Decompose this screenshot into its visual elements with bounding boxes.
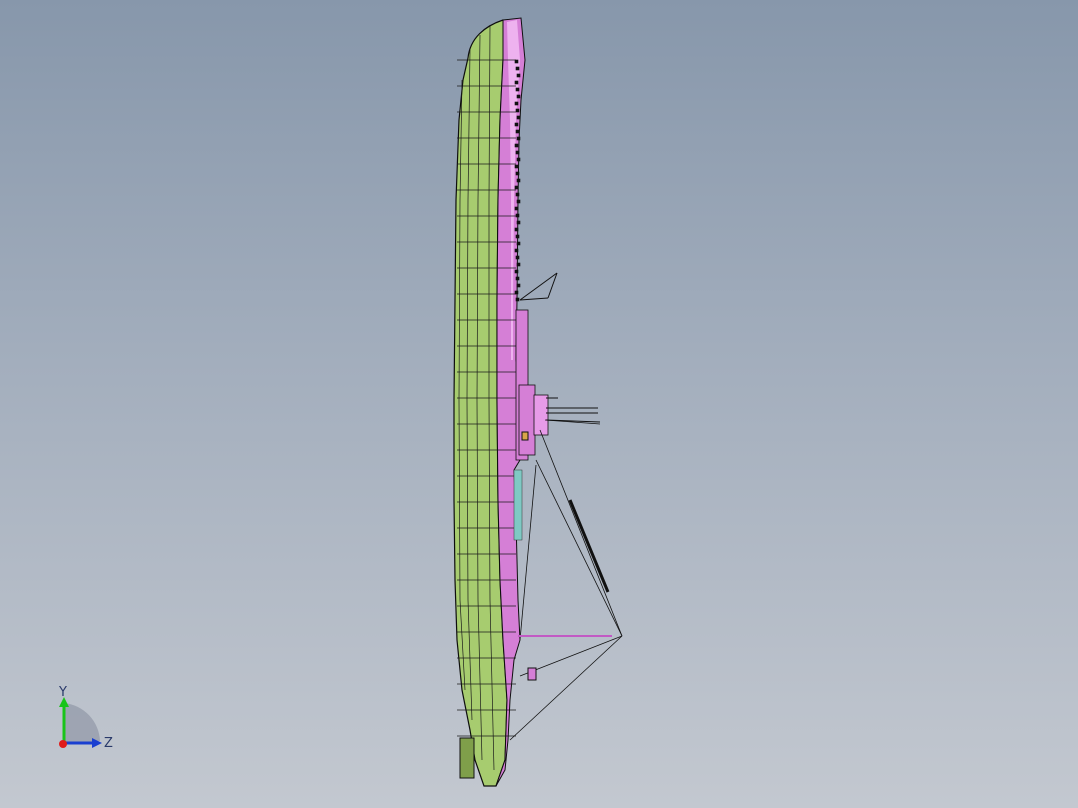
deck-fitting (516, 199, 521, 204)
deck-fitting (514, 101, 519, 106)
deck-fitting (514, 290, 519, 295)
superstructure-bridge[interactable] (518, 384, 536, 456)
x-axis-dot (59, 740, 67, 748)
coordinate-triad: Y Z (58, 685, 113, 751)
deck-fitting (514, 143, 519, 148)
deck-fitting (514, 59, 519, 64)
deck-fitting (516, 73, 521, 78)
deck-fitting (516, 157, 521, 162)
z-axis-label: Z (104, 736, 113, 751)
deck-fitting (516, 136, 521, 141)
deck-fitting (516, 283, 521, 288)
deck-fitting (514, 227, 519, 232)
y-axis-label: Y (58, 685, 67, 700)
deck-fitting (516, 178, 521, 183)
deck-fitting (516, 241, 521, 246)
deck-fitting (515, 297, 520, 302)
deck-fitting (514, 248, 519, 253)
deck-fitting (514, 80, 519, 85)
cyan-deck-panel (513, 469, 523, 541)
deck-fitting (516, 115, 521, 120)
deck-fitting (516, 220, 521, 225)
ship-model[interactable] (0, 0, 1078, 808)
deck-fitting (515, 213, 520, 218)
triad-arc (64, 703, 100, 743)
deck-fitting (515, 108, 520, 113)
deck-fitting (515, 234, 520, 239)
forward-derrick (519, 272, 558, 301)
deck-fitting (515, 129, 520, 134)
deck-fitting (515, 171, 520, 176)
deck-fitting (516, 94, 521, 99)
deck-fitting (514, 122, 519, 127)
deck-fitting (515, 255, 520, 260)
deck-fitting (516, 262, 521, 267)
bridge-deck[interactable] (533, 394, 549, 436)
aft-rigging (509, 419, 623, 741)
deck-fitting (515, 192, 520, 197)
deck-fitting (514, 185, 519, 190)
aft-derrick (568, 499, 610, 593)
deck-fitting (514, 269, 519, 274)
bridge-guns (545, 397, 601, 423)
deck-fitting (515, 66, 520, 71)
graphics-viewport[interactable]: Y Z (0, 0, 1078, 808)
deck-fitting (514, 206, 519, 211)
deck-fitting (515, 276, 520, 281)
deck-fitting (514, 164, 519, 169)
deck-fitting (515, 150, 520, 155)
deck-fitting (515, 87, 520, 92)
